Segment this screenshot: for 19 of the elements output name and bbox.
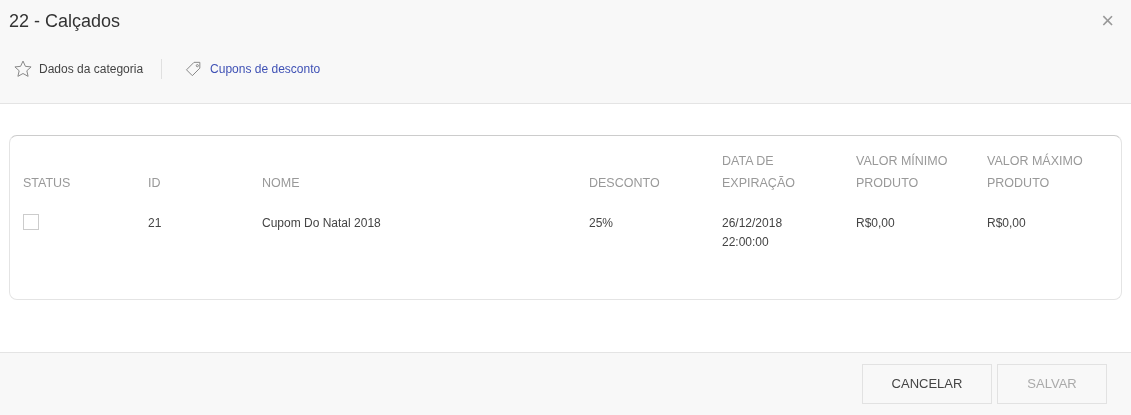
column-header: ID: [148, 175, 161, 192]
table-cell-text: 26/12/2018 22:00:00: [722, 215, 784, 251]
column-header: NOME: [262, 175, 300, 192]
column-header: DESCONTO: [589, 175, 660, 192]
tab[interactable]: Cupons de desconto: [180, 55, 321, 83]
star-icon: [13, 59, 33, 79]
column-header: STATUS: [23, 175, 71, 192]
status-checkbox[interactable]: [23, 214, 39, 230]
tab[interactable]: Dados da categoria: [9, 55, 144, 83]
window-title: 22 - Calçados: [9, 10, 121, 33]
column-header: DATA DE EXPIRAÇÃO: [722, 153, 796, 192]
column-header: VALOR MÍNIMO PRODUTO: [856, 152, 949, 192]
table-cell-text: R$0,00: [856, 215, 895, 232]
action-button[interactable]: CANCELAR: [862, 364, 992, 404]
table-cell-text: 25%: [589, 215, 614, 232]
column-header: VALOR MÁXIMO PRODUTO: [987, 152, 1084, 192]
table-cell-text: R$0,00: [987, 215, 1026, 232]
table-cell-text: 21: [148, 215, 162, 232]
table-cell-text: Cupom Do Natal 2018: [262, 215, 381, 232]
